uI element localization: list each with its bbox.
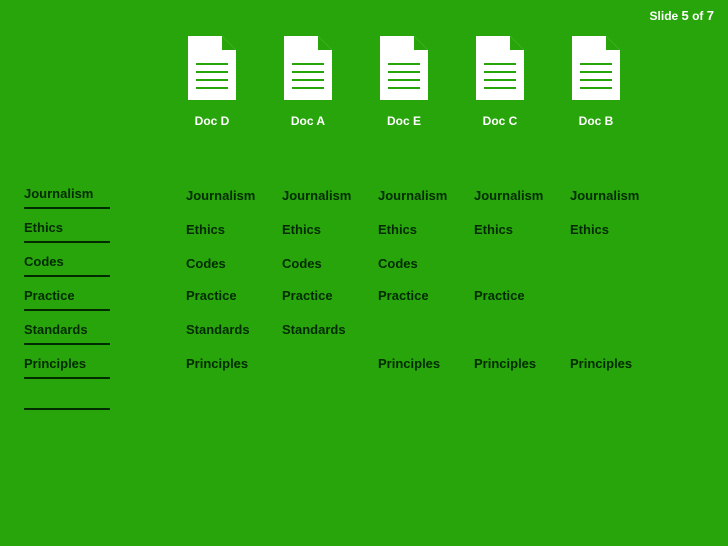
cell: Ethics [474,222,564,237]
master-item-codes: Codes [24,254,110,277]
slide-counter-prefix: Slide [650,9,682,23]
slide-counter-total: 7 [707,8,714,23]
slide-counter-current: 5 [682,8,689,23]
cell: Practice [378,288,468,303]
master-end-rule [24,408,110,410]
doc-col-0: Doc D [172,36,252,128]
cell: Practice [186,288,276,303]
document-icon [380,36,428,100]
doc-col-4: Doc B [556,36,636,128]
doc-col-1: Doc A [268,36,348,128]
master-item-principles: Principles [24,356,110,379]
doc-label-4: Doc B [556,114,636,128]
cell: Practice [282,288,372,303]
cell: Journalism [378,188,468,203]
cell: Standards [282,322,372,337]
cell: Ethics [186,222,276,237]
cell: Ethics [378,222,468,237]
slide-counter: Slide 5 of 7 [650,8,714,23]
doc-col-2: Doc E [364,36,444,128]
doc-label-3: Doc C [460,114,540,128]
cell: Codes [186,256,276,271]
cell: Codes [282,256,372,271]
doc-label-0: Doc D [172,114,252,128]
cell: Principles [474,356,564,371]
cell: Ethics [282,222,372,237]
cell: Journalism [186,188,276,203]
cell: Journalism [474,188,564,203]
cell: Journalism [570,188,660,203]
doc-label-1: Doc A [268,114,348,128]
slide-counter-sep: of [689,9,707,23]
document-icon [188,36,236,100]
master-item-journalism: Journalism [24,186,110,209]
cell: Practice [474,288,564,303]
document-icon [284,36,332,100]
document-icon [572,36,620,100]
cell: Standards [186,322,276,337]
master-item-standards: Standards [24,322,110,345]
cell: Principles [186,356,276,371]
cell: Principles [378,356,468,371]
doc-col-3: Doc C [460,36,540,128]
doc-label-2: Doc E [364,114,444,128]
cell: Journalism [282,188,372,203]
master-item-ethics: Ethics [24,220,110,243]
document-icon [476,36,524,100]
cell: Codes [378,256,468,271]
slide: Slide 5 of 7 Doc D Doc A [0,0,728,546]
master-item-practice: Practice [24,288,110,311]
cell: Principles [570,356,660,371]
cell: Ethics [570,222,660,237]
